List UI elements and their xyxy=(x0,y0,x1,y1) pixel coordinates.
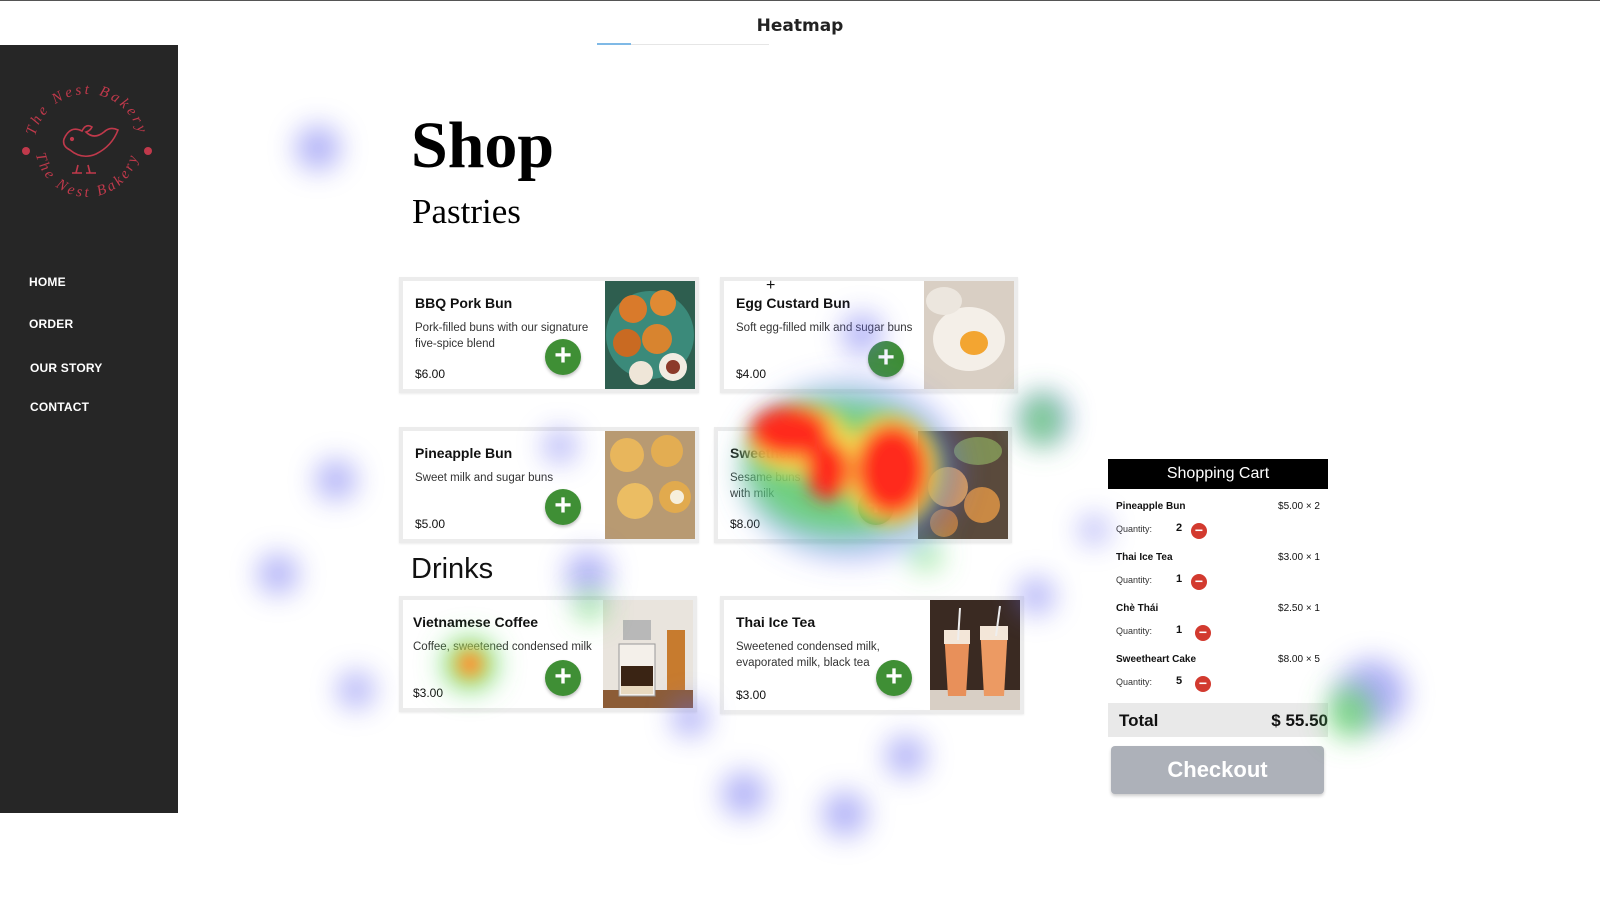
remove-item-button[interactable]: − xyxy=(1191,523,1207,539)
page-header-title: Heatmap xyxy=(756,16,844,36)
nav-home[interactable]: HOME xyxy=(29,275,66,289)
product-name: Sweetheart Cake xyxy=(730,445,843,461)
cart-item: Thai Ice Tea $3.00 × 1 Quantity: 1 − xyxy=(1108,552,1328,602)
product-price: $3.00 xyxy=(413,686,444,700)
cart-item-name: Chè Thái xyxy=(1116,603,1159,614)
cart-item-price: $3.00 × 1 xyxy=(1278,552,1320,563)
plus-icon: + xyxy=(554,660,572,693)
top-border xyxy=(0,0,1600,1)
crosshair-cursor-icon: + xyxy=(766,277,776,294)
quantity-label: Quantity: xyxy=(1116,524,1153,534)
quantity-label: Quantity: xyxy=(1116,626,1153,636)
quantity-label: Quantity: xyxy=(1116,575,1153,585)
nav-contact[interactable]: CONTACT xyxy=(30,400,89,414)
product-image-vietnamese-coffee xyxy=(603,600,693,708)
product-description: Coffee, sweetened condensed milk xyxy=(413,641,592,653)
page-title: Shop xyxy=(411,109,555,182)
product-image-sweetheart-cake xyxy=(918,431,1008,539)
sidebar: The Nest Bakery The Nest Bakery HOME ORD… xyxy=(0,45,178,813)
svg-text:The Nest Bakery: The Nest Bakery xyxy=(32,151,142,201)
product-description: Soft egg-filled milk and sugar buns xyxy=(736,322,913,334)
add-to-cart-button[interactable]: + xyxy=(545,339,581,375)
quantity-label: Quantity: xyxy=(1116,677,1153,687)
hen-icon xyxy=(62,124,120,174)
cart-title: Shopping Cart xyxy=(1108,459,1328,489)
remove-item-button[interactable]: − xyxy=(1195,676,1211,692)
product-image-egg-custard-bun xyxy=(924,281,1014,389)
product-description: Sweet milk and sugar buns xyxy=(415,472,554,484)
total-value: $ 55.50 xyxy=(1271,711,1328,730)
plus-icon: + xyxy=(554,339,572,372)
product-card-pineapple-bun: Pineapple Bun Sweet milk and sugar buns … xyxy=(399,427,699,543)
section-heading-drinks: Drinks xyxy=(411,553,494,585)
product-price: $4.00 xyxy=(736,367,767,381)
cart-item: Pineapple Bun $5.00 × 2 Quantity: 2 − xyxy=(1108,501,1328,551)
plus-icon: + xyxy=(867,489,885,522)
product-card-thai-ice-tea: Thai Ice Tea Sweetened condensed milk, e… xyxy=(720,596,1024,714)
checkout-button[interactable]: Checkout xyxy=(1111,746,1324,794)
product-card-bbq-pork-bun: BBQ Pork Bun Pork-filled buns with our s… xyxy=(399,277,699,393)
product-name: Egg Custard Bun xyxy=(736,295,851,311)
product-image-pineapple-bun xyxy=(605,431,695,539)
plus-icon: + xyxy=(877,341,895,374)
nav-our-story[interactable]: OUR STORY xyxy=(30,361,102,375)
logo-text-top: The Nest Bakery xyxy=(23,82,147,137)
add-to-cart-button[interactable]: + xyxy=(858,489,894,525)
minus-icon: − xyxy=(1194,522,1204,538)
product-name: Vietnamese Coffee xyxy=(413,614,539,630)
svg-text:The Nest Bakery: The Nest Bakery xyxy=(23,82,150,137)
cart-item-name: Sweetheart Cake xyxy=(1116,654,1197,665)
plus-icon: + xyxy=(885,660,903,693)
cart-item-price: $2.50 × 1 xyxy=(1278,603,1320,614)
cart-item-price: $5.00 × 2 xyxy=(1278,501,1320,512)
cart-item: Sweetheart Cake $8.00 × 5 Quantity: 5 − xyxy=(1108,654,1328,704)
minus-icon: − xyxy=(1198,675,1208,691)
quantity-value: 1 xyxy=(1176,573,1183,585)
product-card-sweetheart-cake: Sweetheart Cake Sesame buns with milk $8… xyxy=(714,427,1012,543)
logo-text-bottom: The Nest Bakery xyxy=(32,151,139,201)
product-price: $3.00 xyxy=(736,688,767,702)
product-price: $6.00 xyxy=(415,367,446,381)
nav-order[interactable]: ORDER xyxy=(29,317,73,331)
minus-icon: − xyxy=(1194,573,1204,589)
product-image-bbq-pork-bun xyxy=(605,281,695,389)
remove-item-button[interactable]: − xyxy=(1191,574,1207,590)
product-image-thai-ice-tea xyxy=(930,600,1020,710)
product-price: $5.00 xyxy=(415,517,446,531)
product-card-egg-custard-bun: Egg Custard Bun Soft egg-filled milk and… xyxy=(720,277,1018,393)
bakery-logo[interactable]: The Nest Bakery The Nest Bakery xyxy=(12,67,162,217)
cart-total-bar: Total $ 55.50 xyxy=(1108,703,1328,737)
cart-item-price: $8.00 × 5 xyxy=(1278,654,1320,665)
product-card-vietnamese-coffee: Vietnamese Coffee Coffee, sweetened cond… xyxy=(399,596,697,712)
cart-item-name: Thai Ice Tea xyxy=(1116,552,1173,563)
product-name: Thai Ice Tea xyxy=(736,614,816,630)
header-active-indicator xyxy=(597,43,631,45)
total-label: Total xyxy=(1119,711,1159,730)
section-heading-pastries: Pastries xyxy=(412,192,521,231)
quantity-value: 5 xyxy=(1176,675,1183,687)
add-to-cart-button[interactable]: + xyxy=(876,660,912,696)
remove-item-button[interactable]: − xyxy=(1195,625,1211,641)
product-price: $8.00 xyxy=(730,517,761,531)
add-to-cart-button[interactable]: + xyxy=(545,660,581,696)
product-description: Sesame buns with milk xyxy=(730,472,801,500)
plus-icon: + xyxy=(554,489,572,522)
add-to-cart-button[interactable]: + xyxy=(868,341,904,377)
cart-item: Chè Thái $2.50 × 1 Quantity: 1 − xyxy=(1108,603,1328,653)
product-name: Pineapple Bun xyxy=(415,445,513,461)
product-name: BBQ Pork Bun xyxy=(415,295,513,311)
minus-icon: − xyxy=(1198,624,1208,640)
add-to-cart-button[interactable]: + xyxy=(545,489,581,525)
quantity-value: 1 xyxy=(1176,624,1183,636)
quantity-value: 2 xyxy=(1176,522,1183,534)
cart-item-name: Pineapple Bun xyxy=(1116,501,1186,512)
